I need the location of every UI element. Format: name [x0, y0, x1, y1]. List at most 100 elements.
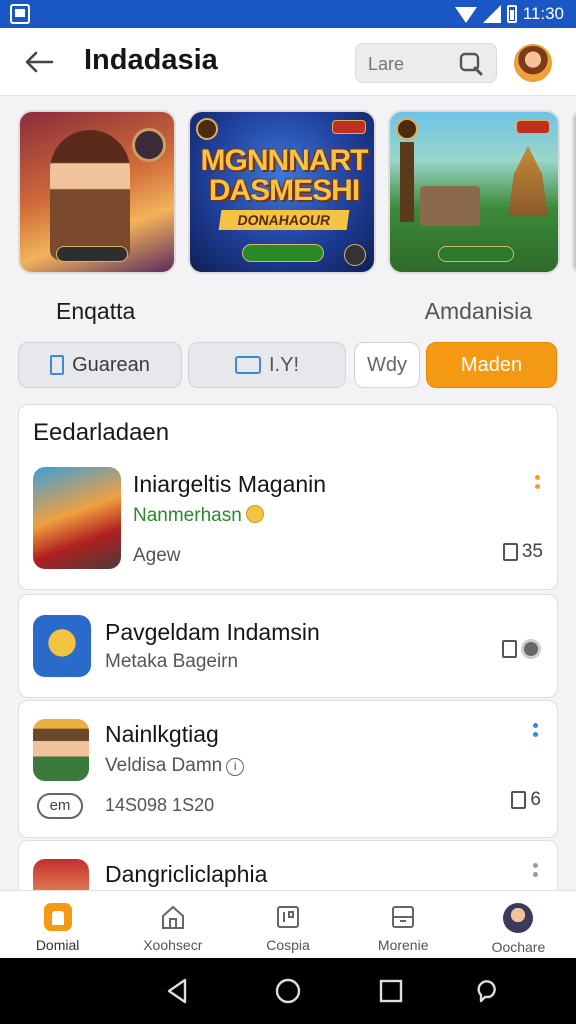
item-title: Nainlkgtiag — [105, 721, 219, 747]
search-input[interactable] — [368, 52, 458, 76]
item-title[interactable]: Iniargeltis Maganin — [133, 471, 326, 498]
filter-label: Maden — [460, 353, 523, 376]
game-thumbnail — [33, 719, 89, 781]
new-badge — [332, 120, 366, 134]
item-title: Pavgeldam Indamsin — [105, 619, 320, 645]
checkbox-icon[interactable] — [502, 640, 517, 658]
item-title: Dangricliclaphia — [105, 861, 268, 887]
play-button[interactable] — [242, 244, 324, 262]
house-icon — [161, 905, 184, 929]
nav-item-profile[interactable]: Oochare — [461, 891, 576, 958]
card-icon — [234, 356, 261, 374]
wifi-icon — [454, 7, 477, 23]
assistant-icon[interactable] — [472, 976, 502, 1006]
grid-icon — [277, 906, 299, 928]
nav-label: Domial — [35, 937, 80, 953]
nav-item-home[interactable]: Domial — [0, 891, 115, 958]
profile-avatar-icon — [503, 903, 534, 933]
avatar[interactable] — [514, 44, 552, 82]
app-bar: Indadasia — [0, 28, 576, 96]
banner-pill — [56, 246, 128, 262]
nav-label: Oochare — [491, 939, 546, 955]
page-title: Indadasia — [84, 44, 218, 76]
more-options-icon[interactable] — [533, 863, 539, 883]
smiley-icon — [245, 505, 264, 523]
item-meta: 14S098 1S20 — [105, 795, 215, 815]
arrow-left-icon — [25, 51, 54, 73]
status-time: 11:30 — [522, 4, 564, 23]
list-section: Eedarladaen Iniargeltis Maganin Nanmerha… — [18, 404, 558, 590]
banner-title: MGNNNART DASMESHI — [200, 144, 369, 207]
battery-icon — [506, 5, 517, 23]
temple-banner[interactable] — [388, 110, 560, 274]
game-thumbnail[interactable] — [33, 467, 121, 569]
item-stat: 35 — [502, 541, 543, 563]
item-subtitle-text: Nanmerhasn — [133, 505, 242, 526]
item-subtitle: Veldisa Damn i — [105, 755, 245, 777]
status-bar: 11:30 — [0, 0, 576, 28]
nav-item-more[interactable]: Morenie — [346, 891, 461, 958]
back-button[interactable] — [22, 46, 56, 78]
hero-character-image — [50, 130, 130, 260]
toggle-icon[interactable] — [521, 639, 541, 659]
altar-image — [420, 186, 480, 226]
game-badge-icon — [196, 118, 218, 140]
signal-icon — [482, 5, 501, 23]
list-item[interactable]: Nainlkgtiag Veldisa Damn i em 14S098 1S20… — [18, 700, 558, 838]
clipboard-icon — [511, 791, 527, 809]
filter-chip-3[interactable]: Wdy — [354, 342, 420, 388]
home-circle-icon[interactable] — [273, 976, 303, 1006]
system-navigation-bar — [0, 958, 576, 1024]
banner-subtitle: DONAHAOUR — [218, 210, 350, 230]
nav-label: Cospia — [266, 937, 310, 953]
document-icon — [50, 355, 65, 375]
more-options-icon[interactable] — [535, 475, 541, 495]
next-banner-peek[interactable] — [572, 110, 576, 274]
item-subtitle: Nanmerhasn — [133, 505, 264, 527]
stat-value: 6 — [530, 789, 541, 810]
section-label-left: Enqatta — [56, 298, 136, 324]
banner-carousel[interactable]: MGNNNART DASMESHI DONAHAOUR — [18, 110, 576, 276]
filter-chip-4-active[interactable]: Maden — [426, 342, 557, 388]
home-icon — [43, 903, 72, 931]
filter-chip-2[interactable]: I.Y! — [188, 342, 346, 388]
nav-item-library[interactable]: Cospia — [230, 891, 345, 958]
event-badge — [516, 120, 550, 134]
info-icon[interactable]: i — [226, 758, 245, 776]
hero-banner[interactable] — [18, 110, 176, 274]
clipboard-icon — [502, 543, 518, 561]
notification-icon — [10, 4, 30, 24]
filter-chip-1[interactable]: Guarean — [18, 342, 182, 388]
item-stat — [502, 639, 541, 659]
share-icon[interactable] — [344, 244, 366, 266]
recents-square-icon[interactable] — [376, 976, 406, 1006]
more-options-icon[interactable] — [533, 723, 539, 743]
game-banner[interactable]: MGNNNART DASMESHI DONAHAOUR — [188, 110, 376, 274]
palm-tree-image — [400, 142, 414, 222]
item-subtitle: Metaka Bageirn — [105, 651, 239, 672]
filter-label: Wdy — [367, 353, 407, 376]
search-icon[interactable] — [458, 51, 484, 77]
filter-label: Guarean — [72, 353, 150, 376]
tray-icon — [392, 906, 415, 928]
section-label-right[interactable]: Amdanisia — [425, 298, 532, 325]
list-header: Eedarladaen — [33, 419, 170, 446]
stat-value: 35 — [521, 541, 543, 562]
search-box[interactable] — [355, 43, 497, 83]
game-badge-icon — [396, 118, 418, 140]
filter-label: I.Y! — [268, 353, 299, 376]
back-triangle-icon[interactable] — [163, 976, 193, 1006]
item-stat: 6 — [511, 789, 541, 811]
tag-chip[interactable]: em — [37, 793, 83, 819]
nav-item-store[interactable]: Xoohsecr — [115, 891, 230, 958]
status-icons: 11:30 — [454, 4, 564, 24]
item-meta: Agew — [133, 545, 181, 566]
temple-image — [508, 146, 548, 216]
game-thumbnail — [33, 615, 91, 677]
banner-pill — [438, 246, 514, 262]
nav-label: Morenie — [377, 937, 429, 953]
item-subtitle-text: Veldisa Damn — [105, 755, 223, 776]
nav-label: Xoohsecr — [143, 937, 203, 953]
list-item[interactable]: Pavgeldam Indamsin Metaka Bageirn — [18, 594, 558, 698]
sword-emblem-icon — [132, 128, 166, 162]
